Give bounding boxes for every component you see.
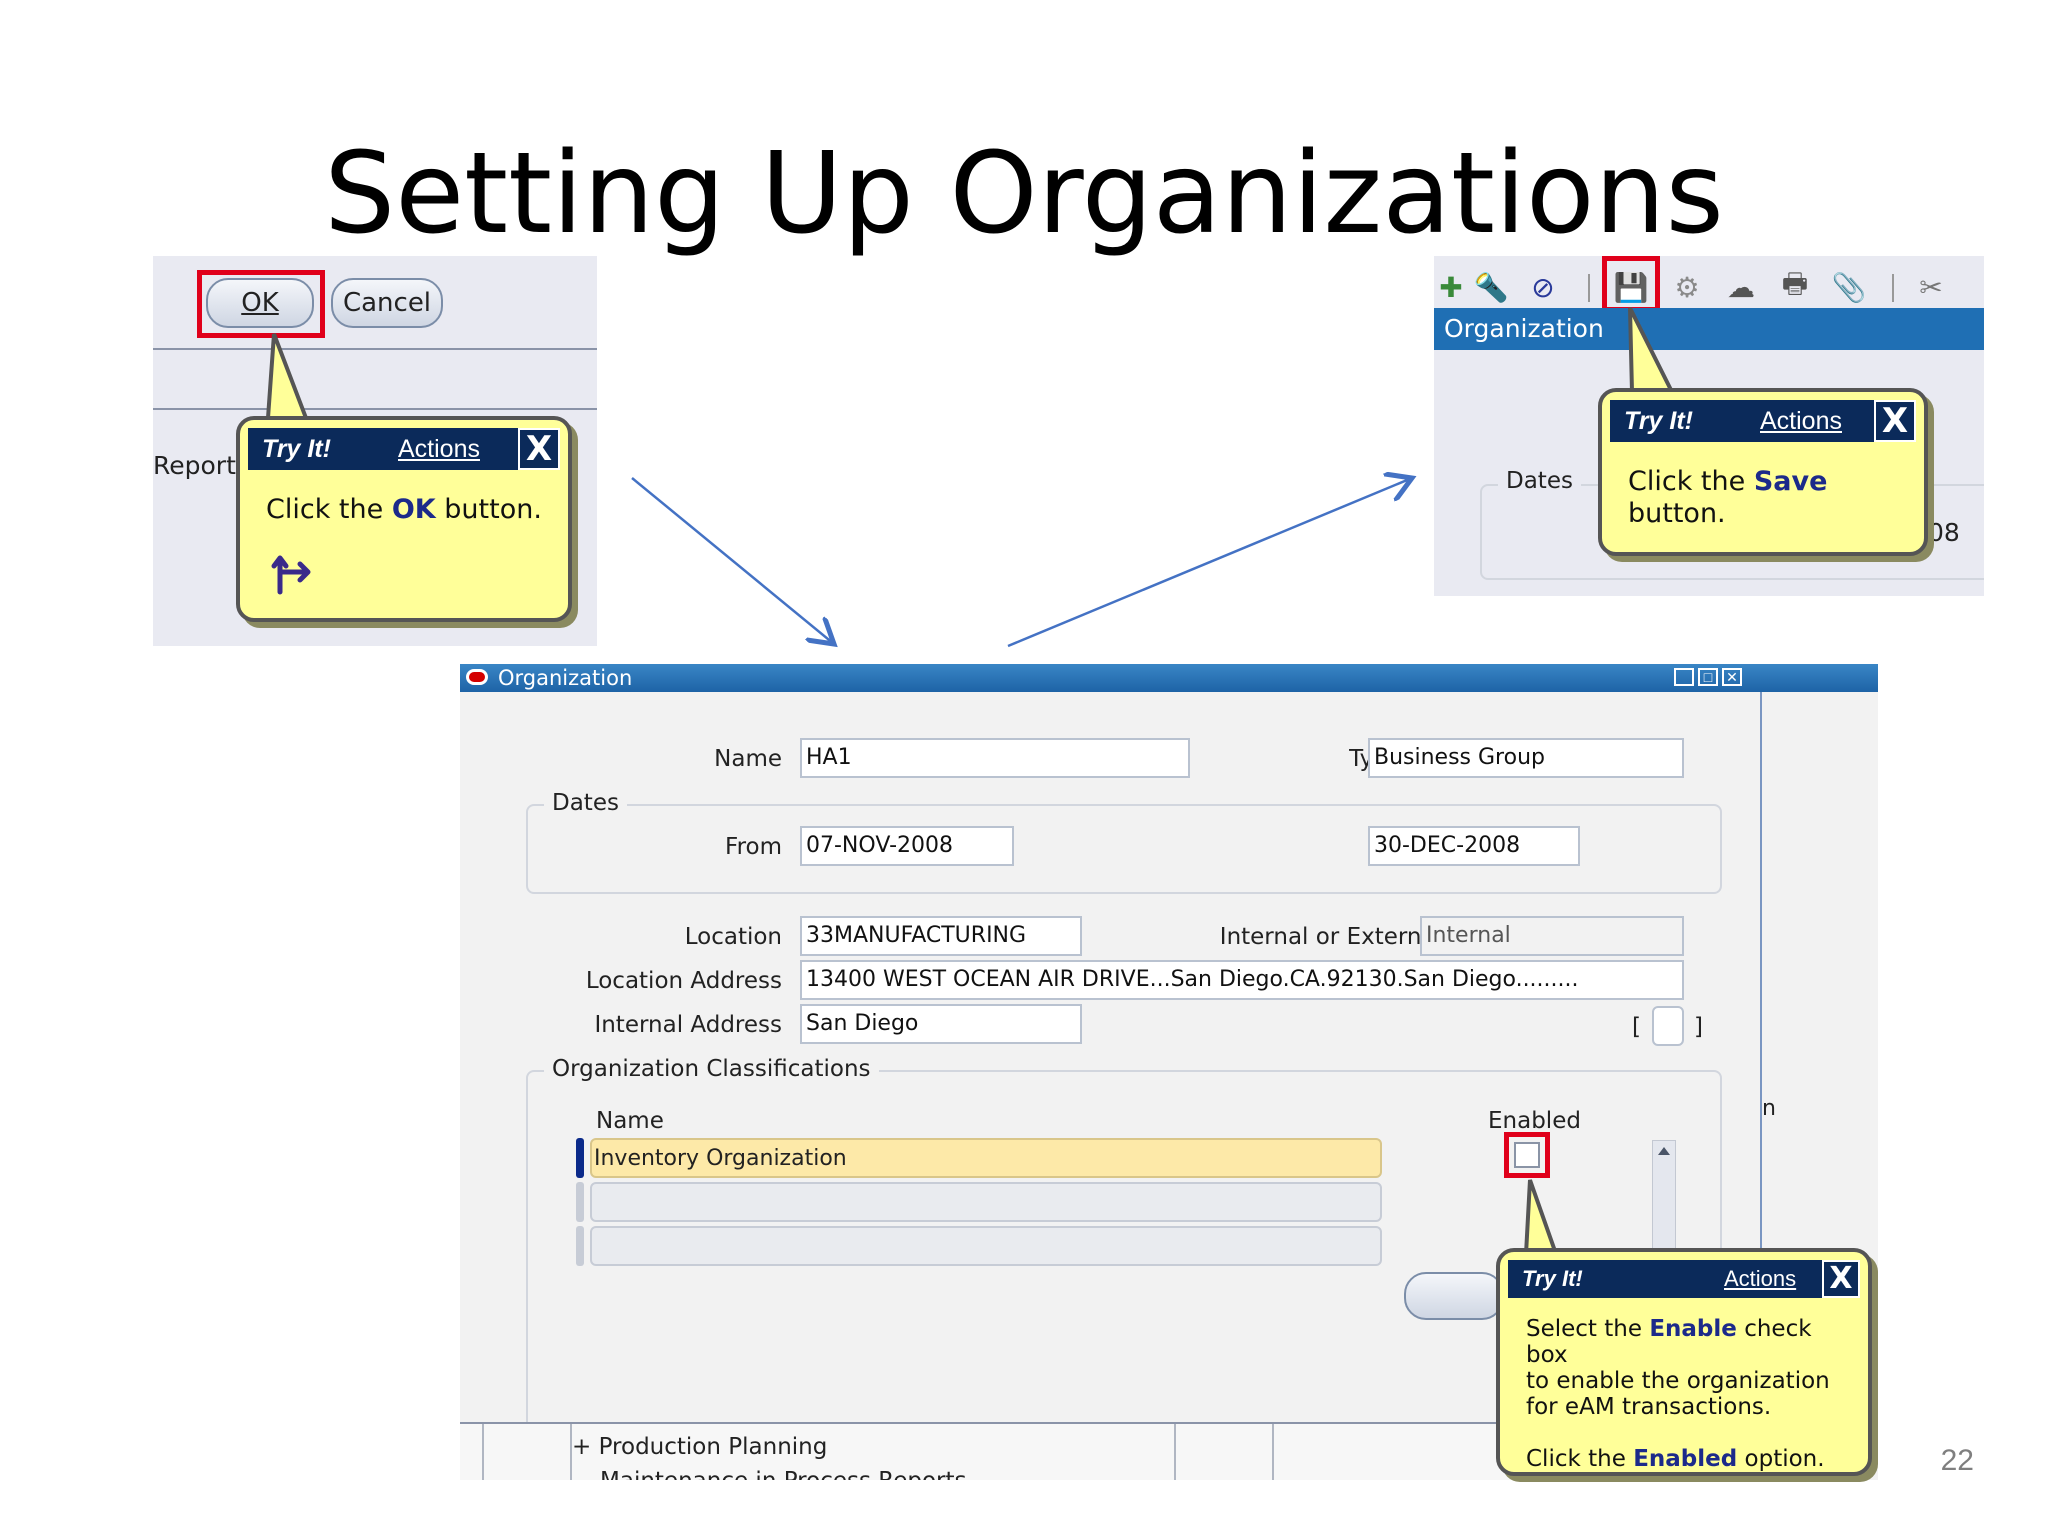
callout-header: Try It! Actions <box>1508 1260 1860 1298</box>
from-date-field[interactable]: 07-NOV-2008 <box>800 826 1014 866</box>
location-field[interactable]: 33MANUFACTURING <box>800 916 1082 956</box>
internal-address-label: Internal Address <box>594 1012 782 1038</box>
column-enabled-header: Enabled <box>1488 1108 1581 1134</box>
arrow-to-main-window <box>631 477 834 644</box>
enable-callout: Try It! Actions X Select the Enable chec… <box>1496 1248 1872 1476</box>
enabled-highlight <box>1504 1132 1550 1178</box>
name-label: Name <box>714 746 782 772</box>
record-indicator <box>576 1182 584 1222</box>
arrow-to-save <box>1007 478 1412 648</box>
oracle-logo-icon <box>466 669 488 685</box>
scroll-up-icon[interactable] <box>1658 1147 1670 1155</box>
classification-row[interactable]: Inventory Organization <box>590 1138 1382 1178</box>
callout-text-6: option. <box>1737 1446 1825 1472</box>
location-label: Location <box>684 924 782 950</box>
internal-external-field[interactable]: Internal <box>1420 916 1684 956</box>
column-name-header: Name <box>596 1108 664 1134</box>
bracket-close: ] <box>1694 1014 1703 1040</box>
name-field[interactable]: HA1 <box>800 738 1190 778</box>
internal-address-field[interactable]: San Diego <box>800 1004 1082 1044</box>
window-titlebar: Organization _ □ ✕ <box>460 664 1878 692</box>
classification-row[interactable] <box>590 1226 1382 1266</box>
slide-number: 22 <box>1940 1444 1974 1477</box>
location-address-label: Location Address <box>585 968 782 994</box>
callout-text-5: Click the <box>1526 1446 1634 1472</box>
classification-name: Inventory Organization <box>594 1146 847 1171</box>
scrollbar[interactable] <box>1652 1140 1676 1264</box>
location-address-field[interactable]: 13400 WEST OCEAN AIR DRIVE...San Diego.C… <box>800 960 1684 1000</box>
close-icon[interactable]: X <box>1822 1260 1860 1298</box>
behind-fragment: n <box>1762 1096 1776 1121</box>
maximize-icon[interactable]: □ <box>1698 668 1718 686</box>
callout-text-4: for eAM transactions. <box>1526 1394 1772 1420</box>
classification-row[interactable] <box>590 1182 1382 1222</box>
context-field[interactable] <box>1652 1006 1684 1046</box>
others-button[interactable] <box>1404 1272 1504 1320</box>
navigator-item[interactable]: + Production Planning <box>572 1434 827 1460</box>
record-indicator <box>576 1226 584 1266</box>
type-field[interactable]: Business Group <box>1368 738 1684 778</box>
close-window-icon[interactable]: ✕ <box>1722 668 1742 686</box>
navigator-item[interactable]: Maintenance in Process Reports <box>600 1468 967 1480</box>
dates-group-title: Dates <box>544 790 627 816</box>
classifications-group-title: Organization Classifications <box>544 1056 879 1082</box>
from-label: From <box>725 834 782 860</box>
callout-text-bold-2: Enabled <box>1633 1446 1738 1472</box>
try-it-label: Try It! <box>1522 1266 1583 1291</box>
callout-text-3: to enable the organization <box>1526 1368 1830 1394</box>
callout-text-bold: Enable <box>1649 1316 1737 1342</box>
callout-text: Select the Enable check box to enable th… <box>1526 1316 1850 1472</box>
current-record-indicator <box>576 1138 584 1178</box>
minimize-icon[interactable]: _ <box>1674 668 1694 686</box>
to-date-field[interactable]: 30-DEC-2008 <box>1368 826 1580 866</box>
bracket-open: [ <box>1632 1014 1641 1040</box>
callout-text-1: Select the <box>1526 1316 1650 1342</box>
window-title: Organization <box>498 666 633 690</box>
internal-external-label: Internal or External <box>1219 924 1442 950</box>
actions-link[interactable]: Actions <box>1724 1266 1796 1292</box>
